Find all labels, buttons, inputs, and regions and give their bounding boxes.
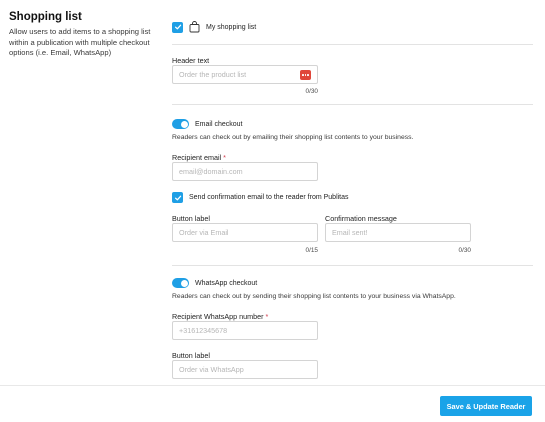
required-mark: * (223, 153, 226, 162)
whatsapp-button-label-placeholder: Order via WhatsApp (179, 365, 244, 374)
confirmation-message-input[interactable]: Email sent! (325, 223, 471, 242)
section-description: Allow users to add items to a shopping l… (9, 27, 151, 57)
check-icon (174, 24, 181, 30)
whatsapp-checkout-row[interactable]: WhatsApp checkout (172, 278, 257, 288)
required-mark: * (265, 312, 269, 321)
divider (172, 265, 533, 266)
email-checkout-row[interactable]: Email checkout (172, 119, 242, 129)
send-confirmation-label: Send confirmation email to the reader fr… (189, 194, 349, 201)
whatsapp-button-label-label: Button label (172, 351, 210, 360)
my-shopping-list-row[interactable]: My shopping list (172, 21, 256, 33)
section-intro: Shopping list Allow users to add items t… (9, 11, 159, 59)
confirmation-message-counter: 0/30 (458, 247, 471, 254)
section-title: Shopping list (9, 11, 82, 23)
shopping-bag-icon (189, 21, 200, 33)
email-button-label-counter: 0/15 (305, 247, 318, 254)
my-shopping-list-checkbox[interactable] (172, 21, 183, 33)
whatsapp-checkout-description: Readers can check out by sending their s… (172, 293, 456, 300)
whatsapp-checkout-toggle[interactable] (172, 278, 189, 288)
whatsapp-button-label-input[interactable]: Order via WhatsApp (172, 360, 318, 379)
whatsapp-checkout-label: WhatsApp checkout (195, 279, 258, 287)
email-checkout-label: Email checkout (195, 120, 243, 128)
whatsapp-number-placeholder: +31612345678 (179, 326, 228, 335)
divider (172, 44, 533, 45)
whatsapp-number-input[interactable]: +31612345678 (172, 321, 318, 340)
footer-bar: Save & Update Reader (0, 385, 545, 422)
send-confirmation-checkbox[interactable] (172, 192, 183, 203)
email-button-label-label: Button label (172, 214, 210, 223)
send-confirmation-row[interactable]: Send confirmation email to the reader fr… (172, 192, 349, 203)
email-button-label-input[interactable]: Order via Email (172, 223, 318, 242)
recipient-email-placeholder: email@domain.com (179, 167, 243, 176)
email-checkout-toggle[interactable] (172, 119, 189, 129)
emoji-icon[interactable] (300, 70, 311, 80)
recipient-email-input[interactable]: email@domain.com (172, 162, 318, 181)
header-text-input[interactable]: Order the product list (172, 65, 318, 84)
my-shopping-list-label: My shopping list (206, 23, 257, 31)
header-text-label: Header text (172, 56, 210, 65)
save-update-reader-button[interactable]: Save & Update Reader (440, 396, 532, 416)
header-text-placeholder: Order the product list (179, 70, 247, 79)
whatsapp-number-label: Recipient WhatsApp number * (172, 312, 269, 321)
confirmation-message-label: Confirmation message (325, 214, 397, 223)
email-checkout-description: Readers can check out by emailing their … (172, 134, 414, 141)
check-icon (174, 195, 181, 200)
header-text-counter: 0/30 (305, 88, 318, 95)
divider (172, 104, 533, 105)
confirmation-message-placeholder: Email sent! (332, 228, 368, 237)
email-button-label-placeholder: Order via Email (179, 228, 229, 237)
recipient-email-label: Recipient email * (172, 153, 226, 162)
